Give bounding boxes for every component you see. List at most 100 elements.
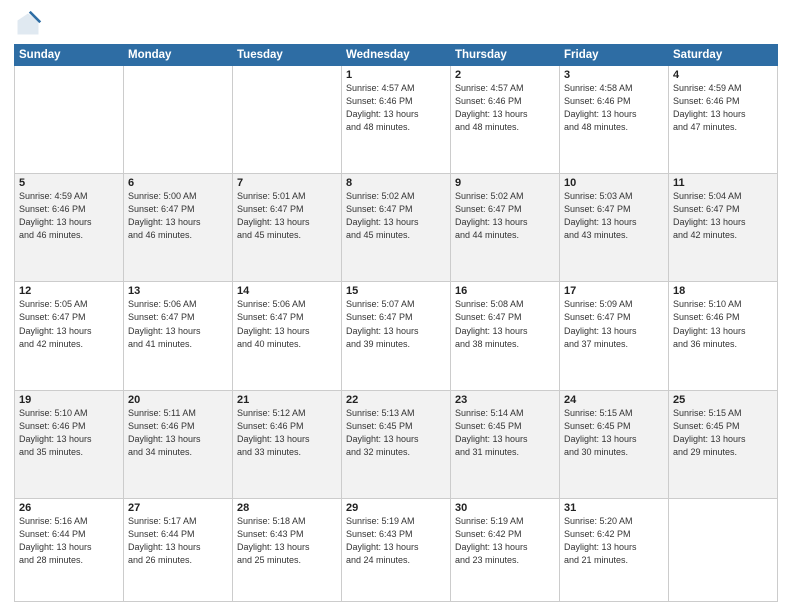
calendar-cell: 31Sunrise: 5:20 AM Sunset: 6:42 PM Dayli… (560, 498, 669, 601)
day-info: Sunrise: 5:12 AM Sunset: 6:46 PM Dayligh… (237, 407, 337, 459)
day-info: Sunrise: 5:16 AM Sunset: 6:44 PM Dayligh… (19, 515, 119, 567)
day-number: 13 (128, 285, 228, 297)
logo (14, 10, 46, 38)
calendar-cell (15, 66, 124, 174)
calendar-cell: 20Sunrise: 5:11 AM Sunset: 6:46 PM Dayli… (124, 390, 233, 498)
day-number: 11 (673, 177, 773, 189)
day-info: Sunrise: 5:15 AM Sunset: 6:45 PM Dayligh… (564, 407, 664, 459)
day-info: Sunrise: 5:15 AM Sunset: 6:45 PM Dayligh… (673, 407, 773, 459)
calendar-header-thursday: Thursday (451, 45, 560, 66)
calendar-cell: 18Sunrise: 5:10 AM Sunset: 6:46 PM Dayli… (669, 282, 778, 390)
day-info: Sunrise: 5:10 AM Sunset: 6:46 PM Dayligh… (19, 407, 119, 459)
calendar-cell: 15Sunrise: 5:07 AM Sunset: 6:47 PM Dayli… (342, 282, 451, 390)
day-info: Sunrise: 5:05 AM Sunset: 6:47 PM Dayligh… (19, 298, 119, 350)
calendar-cell: 7Sunrise: 5:01 AM Sunset: 6:47 PM Daylig… (233, 174, 342, 282)
calendar-week-row: 12Sunrise: 5:05 AM Sunset: 6:47 PM Dayli… (15, 282, 778, 390)
day-info: Sunrise: 4:57 AM Sunset: 6:46 PM Dayligh… (346, 82, 446, 134)
day-number: 26 (19, 502, 119, 514)
day-number: 9 (455, 177, 555, 189)
logo-icon (14, 10, 42, 38)
calendar-cell: 21Sunrise: 5:12 AM Sunset: 6:46 PM Dayli… (233, 390, 342, 498)
calendar-cell (233, 66, 342, 174)
day-number: 3 (564, 69, 664, 81)
calendar-week-row: 1Sunrise: 4:57 AM Sunset: 6:46 PM Daylig… (15, 66, 778, 174)
calendar-cell: 14Sunrise: 5:06 AM Sunset: 6:47 PM Dayli… (233, 282, 342, 390)
day-number: 28 (237, 502, 337, 514)
day-info: Sunrise: 4:58 AM Sunset: 6:46 PM Dayligh… (564, 82, 664, 134)
day-info: Sunrise: 5:04 AM Sunset: 6:47 PM Dayligh… (673, 190, 773, 242)
calendar-cell: 23Sunrise: 5:14 AM Sunset: 6:45 PM Dayli… (451, 390, 560, 498)
day-info: Sunrise: 5:03 AM Sunset: 6:47 PM Dayligh… (564, 190, 664, 242)
calendar-header-row: SundayMondayTuesdayWednesdayThursdayFrid… (15, 45, 778, 66)
day-number: 31 (564, 502, 664, 514)
day-number: 15 (346, 285, 446, 297)
calendar-cell: 13Sunrise: 5:06 AM Sunset: 6:47 PM Dayli… (124, 282, 233, 390)
calendar-cell: 22Sunrise: 5:13 AM Sunset: 6:45 PM Dayli… (342, 390, 451, 498)
calendar-cell: 30Sunrise: 5:19 AM Sunset: 6:42 PM Dayli… (451, 498, 560, 601)
calendar-cell (124, 66, 233, 174)
calendar-cell: 12Sunrise: 5:05 AM Sunset: 6:47 PM Dayli… (15, 282, 124, 390)
calendar-header-friday: Friday (560, 45, 669, 66)
calendar-header-sunday: Sunday (15, 45, 124, 66)
day-number: 16 (455, 285, 555, 297)
day-number: 5 (19, 177, 119, 189)
header (14, 10, 778, 38)
calendar-cell: 5Sunrise: 4:59 AM Sunset: 6:46 PM Daylig… (15, 174, 124, 282)
calendar-header-wednesday: Wednesday (342, 45, 451, 66)
day-info: Sunrise: 5:19 AM Sunset: 6:43 PM Dayligh… (346, 515, 446, 567)
calendar-cell: 10Sunrise: 5:03 AM Sunset: 6:47 PM Dayli… (560, 174, 669, 282)
day-info: Sunrise: 5:20 AM Sunset: 6:42 PM Dayligh… (564, 515, 664, 567)
calendar-cell: 16Sunrise: 5:08 AM Sunset: 6:47 PM Dayli… (451, 282, 560, 390)
day-info: Sunrise: 5:18 AM Sunset: 6:43 PM Dayligh… (237, 515, 337, 567)
day-info: Sunrise: 5:17 AM Sunset: 6:44 PM Dayligh… (128, 515, 228, 567)
day-info: Sunrise: 5:10 AM Sunset: 6:46 PM Dayligh… (673, 298, 773, 350)
calendar-week-row: 19Sunrise: 5:10 AM Sunset: 6:46 PM Dayli… (15, 390, 778, 498)
calendar-cell: 29Sunrise: 5:19 AM Sunset: 6:43 PM Dayli… (342, 498, 451, 601)
day-info: Sunrise: 4:57 AM Sunset: 6:46 PM Dayligh… (455, 82, 555, 134)
calendar-cell: 27Sunrise: 5:17 AM Sunset: 6:44 PM Dayli… (124, 498, 233, 601)
day-number: 1 (346, 69, 446, 81)
calendar-cell: 19Sunrise: 5:10 AM Sunset: 6:46 PM Dayli… (15, 390, 124, 498)
day-info: Sunrise: 5:02 AM Sunset: 6:47 PM Dayligh… (455, 190, 555, 242)
day-info: Sunrise: 4:59 AM Sunset: 6:46 PM Dayligh… (673, 82, 773, 134)
day-number: 14 (237, 285, 337, 297)
day-info: Sunrise: 5:06 AM Sunset: 6:47 PM Dayligh… (128, 298, 228, 350)
calendar-week-row: 26Sunrise: 5:16 AM Sunset: 6:44 PM Dayli… (15, 498, 778, 601)
day-number: 10 (564, 177, 664, 189)
calendar-cell: 1Sunrise: 4:57 AM Sunset: 6:46 PM Daylig… (342, 66, 451, 174)
calendar-cell: 25Sunrise: 5:15 AM Sunset: 6:45 PM Dayli… (669, 390, 778, 498)
day-number: 29 (346, 502, 446, 514)
calendar-cell: 17Sunrise: 5:09 AM Sunset: 6:47 PM Dayli… (560, 282, 669, 390)
day-info: Sunrise: 5:11 AM Sunset: 6:46 PM Dayligh… (128, 407, 228, 459)
day-number: 30 (455, 502, 555, 514)
calendar-cell (669, 498, 778, 601)
day-number: 8 (346, 177, 446, 189)
day-info: Sunrise: 5:00 AM Sunset: 6:47 PM Dayligh… (128, 190, 228, 242)
day-number: 6 (128, 177, 228, 189)
calendar-week-row: 5Sunrise: 4:59 AM Sunset: 6:46 PM Daylig… (15, 174, 778, 282)
day-info: Sunrise: 5:14 AM Sunset: 6:45 PM Dayligh… (455, 407, 555, 459)
calendar-cell: 26Sunrise: 5:16 AM Sunset: 6:44 PM Dayli… (15, 498, 124, 601)
day-number: 27 (128, 502, 228, 514)
day-info: Sunrise: 5:09 AM Sunset: 6:47 PM Dayligh… (564, 298, 664, 350)
day-info: Sunrise: 5:01 AM Sunset: 6:47 PM Dayligh… (237, 190, 337, 242)
calendar-table: SundayMondayTuesdayWednesdayThursdayFrid… (14, 44, 778, 602)
day-number: 23 (455, 394, 555, 406)
day-number: 17 (564, 285, 664, 297)
calendar-cell: 3Sunrise: 4:58 AM Sunset: 6:46 PM Daylig… (560, 66, 669, 174)
calendar-cell: 2Sunrise: 4:57 AM Sunset: 6:46 PM Daylig… (451, 66, 560, 174)
day-number: 19 (19, 394, 119, 406)
day-number: 25 (673, 394, 773, 406)
day-number: 2 (455, 69, 555, 81)
calendar-cell: 24Sunrise: 5:15 AM Sunset: 6:45 PM Dayli… (560, 390, 669, 498)
day-info: Sunrise: 5:19 AM Sunset: 6:42 PM Dayligh… (455, 515, 555, 567)
calendar-header-saturday: Saturday (669, 45, 778, 66)
day-info: Sunrise: 5:07 AM Sunset: 6:47 PM Dayligh… (346, 298, 446, 350)
day-info: Sunrise: 4:59 AM Sunset: 6:46 PM Dayligh… (19, 190, 119, 242)
calendar-cell: 8Sunrise: 5:02 AM Sunset: 6:47 PM Daylig… (342, 174, 451, 282)
day-number: 12 (19, 285, 119, 297)
day-number: 20 (128, 394, 228, 406)
day-number: 22 (346, 394, 446, 406)
day-info: Sunrise: 5:02 AM Sunset: 6:47 PM Dayligh… (346, 190, 446, 242)
page: SundayMondayTuesdayWednesdayThursdayFrid… (0, 0, 792, 612)
